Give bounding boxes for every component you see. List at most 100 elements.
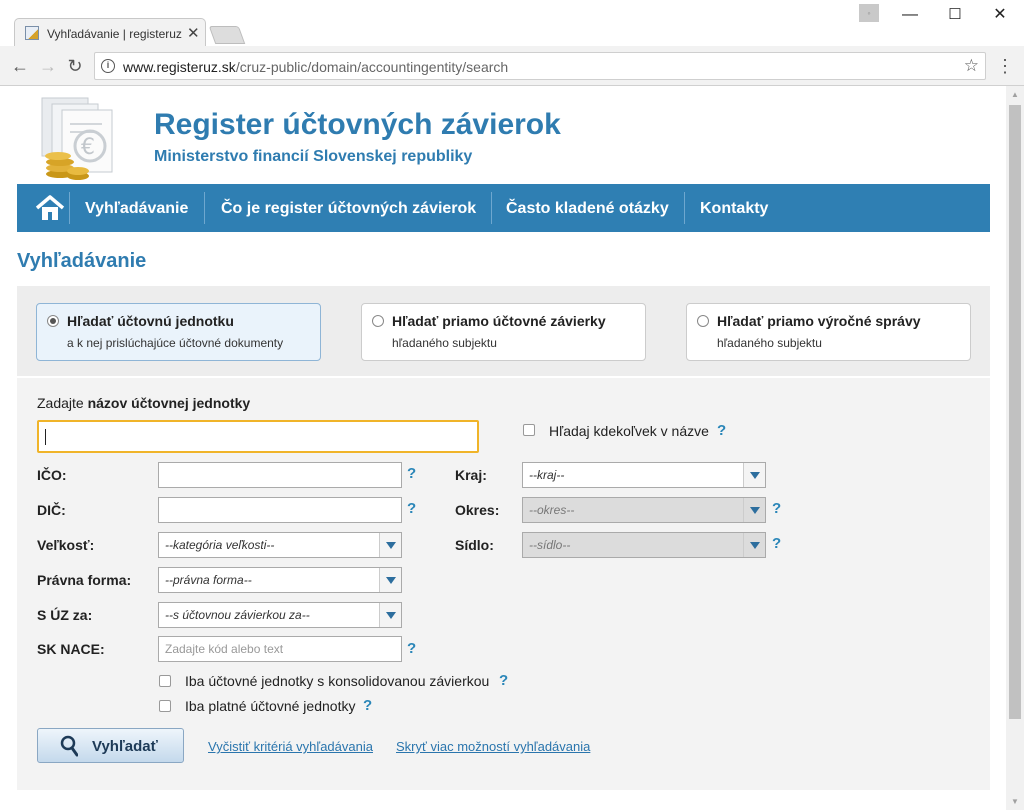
chevron-down-icon[interactable]: [379, 568, 401, 592]
clear-criteria-link[interactable]: Vyčistiť kritériá vyhľadávania: [208, 739, 373, 754]
url-host: www.registeruz.sk: [123, 59, 236, 75]
dic-input[interactable]: [158, 497, 402, 523]
district-select[interactable]: --okres--: [522, 497, 766, 523]
help-icon[interactable]: ?: [363, 697, 372, 714]
name-prompt: Zadajte názov účtovnej jednotky: [37, 395, 250, 411]
maximize-button[interactable]: ☐: [932, 2, 978, 28]
chevron-down-icon[interactable]: [743, 533, 765, 557]
legal-form-select[interactable]: --právna forma--: [158, 567, 402, 593]
close-tab-icon[interactable]: ✕: [187, 24, 200, 42]
hide-options-link[interactable]: Skryť viac možností vyhľadávania: [396, 739, 590, 754]
consolidated-checkbox[interactable]: [159, 675, 171, 687]
help-icon[interactable]: ?: [772, 535, 781, 552]
minimize-button[interactable]: —: [887, 2, 933, 28]
help-icon[interactable]: ?: [407, 500, 416, 517]
region-select[interactable]: --kraj--: [522, 462, 766, 488]
scrollbar-thumb[interactable]: [1009, 105, 1021, 719]
chevron-down-icon[interactable]: [379, 533, 401, 557]
chevron-down-icon[interactable]: [743, 498, 765, 522]
suz-label: S ÚZ za:: [37, 607, 93, 623]
forward-arrow-icon[interactable]: →: [36, 54, 60, 78]
size-label: Veľkosť:: [37, 537, 95, 553]
search-form: Zadajte názov účtovnej jednotky Hľadaj k…: [17, 378, 990, 790]
help-icon[interactable]: ?: [772, 500, 781, 517]
nav-divider: [204, 192, 205, 224]
info-icon[interactable]: i: [101, 59, 115, 73]
region-select-value: --kraj--: [529, 468, 565, 482]
mode-financial-statements[interactable]: Hľadať priamo účtovné závierky hľadaného…: [361, 303, 646, 361]
entity-name-input[interactable]: [37, 420, 479, 453]
scroll-down-arrow-icon[interactable]: ▼: [1006, 793, 1024, 810]
ico-label: IČO:: [37, 467, 67, 483]
mode-radio[interactable]: [47, 315, 59, 327]
help-icon[interactable]: ?: [407, 465, 416, 482]
seat-select[interactable]: --sídlo--: [522, 532, 766, 558]
browser-titlebar: Vyhľadávanie | registeruz ✕ ◦ — ☐ ✕: [0, 0, 1024, 48]
mode-subtitle: hľadaného subjektu: [717, 336, 822, 350]
chevron-down-icon[interactable]: [743, 463, 765, 487]
new-tab-button[interactable]: [208, 26, 246, 44]
scroll-up-arrow-icon[interactable]: ▲: [1006, 86, 1024, 103]
name-prompt-bold: názov účtovnej jednotky: [87, 395, 251, 411]
home-icon[interactable]: [35, 194, 65, 222]
anywhere-in-name-label: Hľadaj kdekoľvek v názve: [549, 423, 709, 439]
mode-radio[interactable]: [697, 315, 709, 327]
back-arrow-icon[interactable]: ←: [8, 54, 32, 78]
site-title[interactable]: Register účtovných závierok: [154, 108, 561, 142]
url-text: www.registeruz.sk/cruz-public/domain/acc…: [123, 59, 508, 75]
consolidated-label: Iba účtovné jednotky s konsolidovanou zá…: [185, 673, 490, 689]
mode-radio[interactable]: [372, 315, 384, 327]
mode-annual-reports[interactable]: Hľadať priamo výročné správy hľadaného s…: [686, 303, 971, 361]
mode-subtitle: hľadaného subjektu: [392, 336, 497, 350]
nav-item-contacts[interactable]: Kontakty: [700, 184, 768, 232]
search-button[interactable]: Vyhľadať: [37, 728, 184, 763]
close-window-button[interactable]: ✕: [977, 2, 1023, 28]
nav-divider: [491, 192, 492, 224]
browser-toolbar: ← → ↻ i www.registeruz.sk/cruz-public/do…: [0, 46, 1024, 86]
anywhere-in-name-checkbox[interactable]: [523, 424, 535, 436]
page-scrollbar[interactable]: ▲ ▼: [1006, 86, 1024, 810]
suz-select-value: --s účtovnou závierkou za--: [165, 608, 310, 622]
seat-label: Sídlo:: [455, 537, 494, 553]
tab-title: Vyhľadávanie | registeruz: [47, 27, 182, 41]
name-prompt-prefix: Zadajte: [37, 395, 84, 411]
region-label: Kraj:: [455, 467, 487, 483]
nace-input[interactable]: Zadajte kód alebo text: [158, 636, 402, 662]
mode-title: Hľadať účtovnú jednotku: [67, 313, 234, 329]
seat-select-value: --sídlo--: [529, 538, 571, 552]
profile-icon[interactable]: ◦: [859, 4, 879, 22]
favicon-icon: [25, 26, 39, 40]
page-content: € Register účtovných závierok Ministerst…: [0, 86, 1006, 810]
size-select-value: --kategória veľkosti--: [165, 538, 275, 552]
suz-select[interactable]: --s účtovnou závierkou za--: [158, 602, 402, 628]
nav-item-about-register[interactable]: Čo je register účtovných závierok: [221, 184, 476, 232]
bookmark-star-icon[interactable]: ☆: [964, 56, 979, 76]
nav-divider: [69, 192, 70, 224]
mode-subtitle: a k nej prislúchajúce účtovné dokumenty: [67, 336, 284, 350]
valid-only-checkbox[interactable]: [159, 700, 171, 712]
text-caret: [45, 429, 46, 445]
address-bar[interactable]: i www.registeruz.sk/cruz-public/domain/a…: [94, 52, 986, 80]
browser-tab[interactable]: Vyhľadávanie | registeruz ✕: [14, 18, 206, 48]
browser-menu-icon[interactable]: ⋮: [996, 54, 1014, 78]
mode-title: Hľadať priamo výročné správy: [717, 313, 921, 329]
nav-item-search[interactable]: Vyhľadávanie: [85, 184, 188, 232]
size-select[interactable]: --kategória veľkosti--: [158, 532, 402, 558]
help-icon[interactable]: ?: [717, 422, 726, 439]
district-label: Okres:: [455, 502, 500, 518]
nav-item-faq[interactable]: Často kladené otázky: [506, 184, 669, 232]
mode-title: Hľadať priamo účtovné závierky: [392, 313, 606, 329]
page-title: Vyhľadávanie: [17, 250, 147, 272]
legal-form-select-value: --právna forma--: [165, 573, 252, 587]
help-icon[interactable]: ?: [499, 672, 508, 689]
search-button-label: Vyhľadať: [92, 738, 158, 755]
search-icon: [60, 735, 78, 757]
mode-accounting-entity[interactable]: Hľadať účtovnú jednotku a k nej prislúch…: [36, 303, 321, 361]
nav-divider: [684, 192, 685, 224]
svg-text:€: €: [81, 135, 95, 160]
legal-form-label: Právna forma:: [37, 572, 132, 588]
reload-icon[interactable]: ↻: [63, 54, 87, 78]
ico-input[interactable]: [158, 462, 402, 488]
help-icon[interactable]: ?: [407, 640, 416, 657]
chevron-down-icon[interactable]: [379, 603, 401, 627]
